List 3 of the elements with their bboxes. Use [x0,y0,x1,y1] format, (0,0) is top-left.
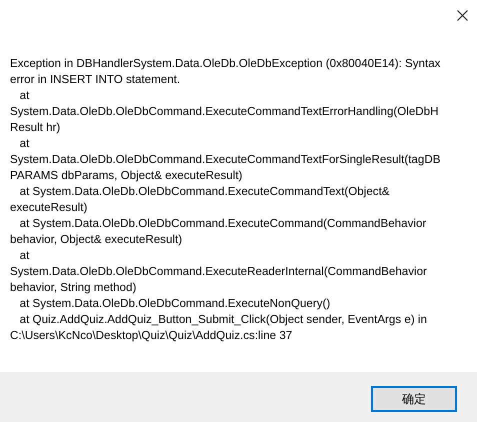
ok-button[interactable]: 确定 [371,386,457,412]
error-message: Exception in DBHandlerSystem.Data.OleDb.OleDbException (0x80040E14): Syntax error in INSERT INTO statement. at System.Data.OleDb.OleDbCommand.ExecuteCommandTextErrorHandling(OleDbH Result hr) at System.Data.OleDb.OleDbCommand.ExecuteCommandTextForSingleResult(tagDB PARAMS dbParams, Object& executeResult) at System.Data.OleDb.OleDbCommand.ExecuteCommandText(Object& executeResult) at System.Data.OleDb.OleDbCommand.ExecuteCommand(CommandBehavior behavior, Object& executeResult) at System.Data.OleDb.OleDbCommand.ExecuteReaderInternal(CommandBehavior behavior, String method) at System.Data.OleDb.OleDbCommand.ExecuteNonQuery() at Quiz.AddQuiz.AddQuiz_Button_Submit_Click(Object sender, EventArgs e) in C:\Users\KcNco\Desktop\Quiz\Quiz\AddQuiz.cs:line 37 [10,56,442,344]
close-icon[interactable] [457,10,468,21]
